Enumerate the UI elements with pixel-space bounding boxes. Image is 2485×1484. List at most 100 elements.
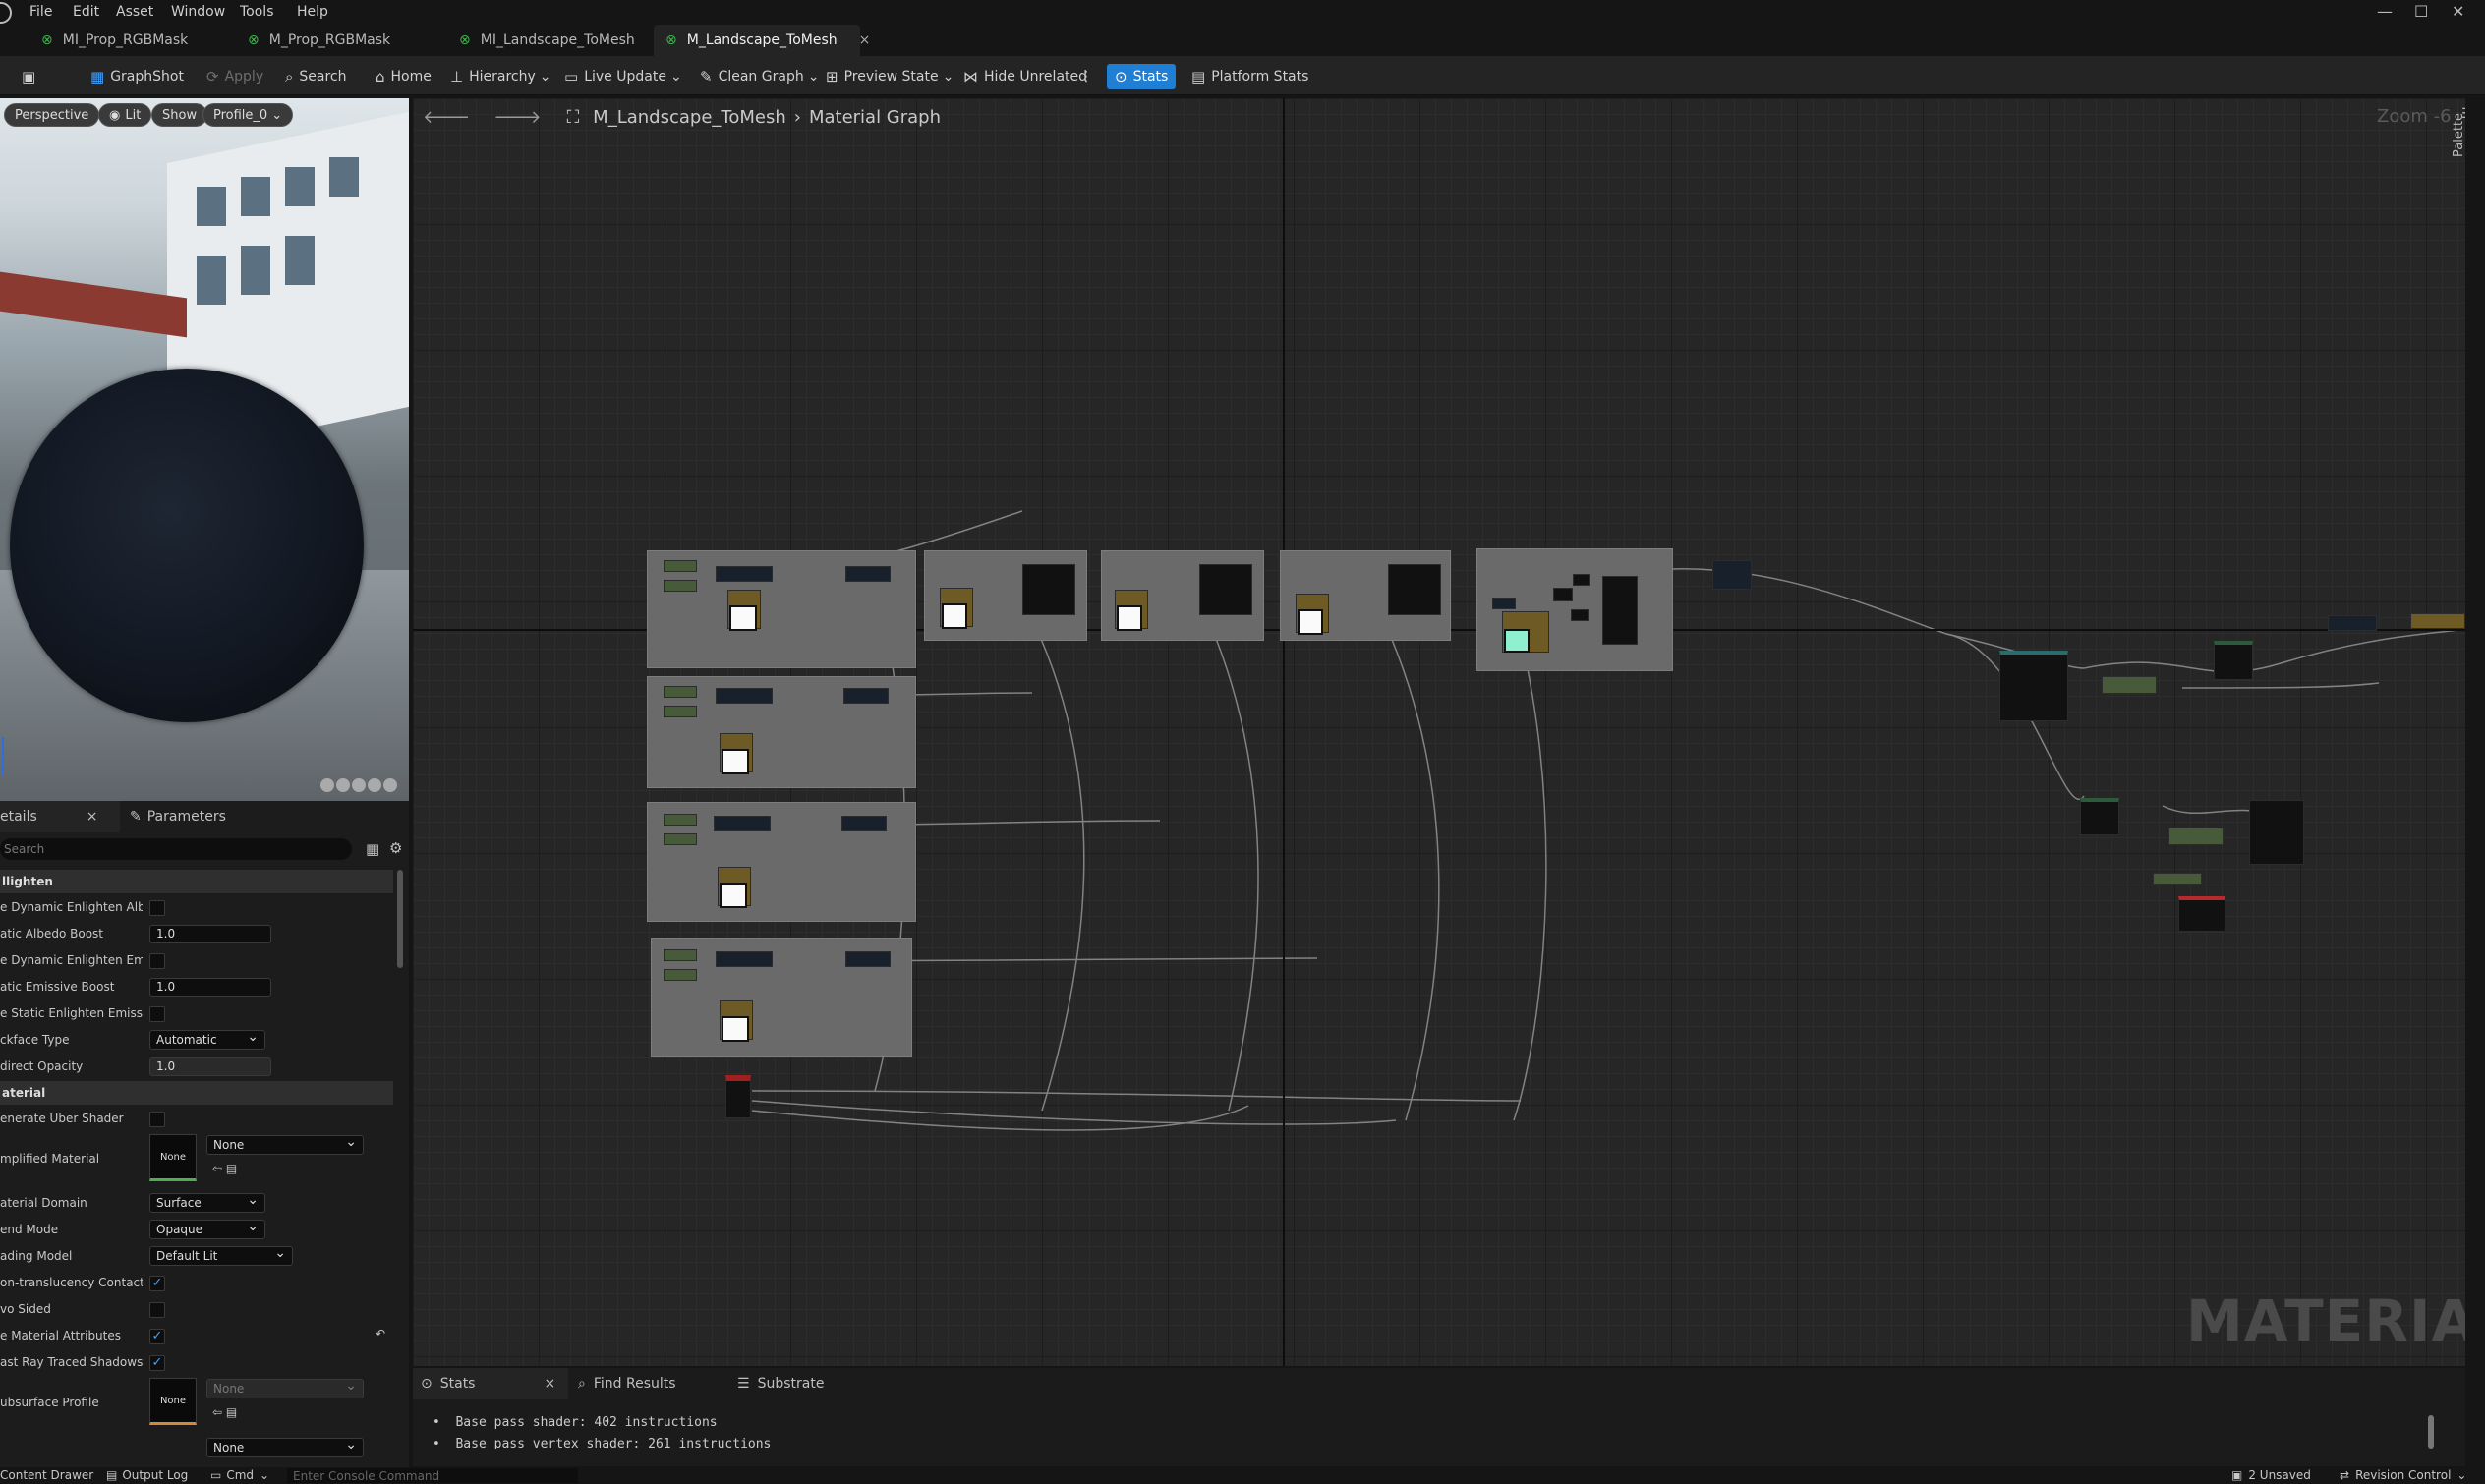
asset-picker-dropdown[interactable]: None <box>206 1436 364 1457</box>
search-button[interactable]: ⌕ Search <box>285 64 347 89</box>
tab-substrate[interactable]: ☰ Substrate <box>737 1368 824 1399</box>
browse-icon[interactable]: ⇦ ▤ <box>212 1405 237 1419</box>
close-tab-icon[interactable]: × <box>544 1376 555 1392</box>
minimize-icon[interactable]: — <box>2377 2 2393 21</box>
back-arrow-icon[interactable]: 🡐 <box>423 107 470 128</box>
reset-arrow-icon[interactable]: ↶ <box>376 1327 385 1341</box>
revision-control-button[interactable]: ⇄ Revision Control ⌄ <box>2340 1468 2466 1482</box>
close-window-icon[interactable]: ✕ <box>2452 2 2464 21</box>
asset-thumbnail[interactable]: None <box>149 1134 197 1181</box>
checkbox-checked[interactable]: ✓ <box>149 1355 165 1371</box>
section-material[interactable]: aterial <box>0 1081 393 1105</box>
number-input[interactable]: 1.0 <box>149 1057 271 1076</box>
graph-node[interactable] <box>1999 651 2068 721</box>
graph-node[interactable] <box>843 688 889 704</box>
graph-node[interactable] <box>2249 800 2304 865</box>
tab-mi-landscape-tomesh[interactable]: ⊗ MI_Landscape_ToMesh <box>447 25 654 56</box>
home-button[interactable]: ⌂ Home <box>376 64 432 89</box>
checkbox[interactable] <box>149 1112 165 1127</box>
asset-picker-dropdown[interactable]: None <box>206 1377 364 1398</box>
tab-stats[interactable]: ⊙ Stats × <box>413 1368 568 1399</box>
cmd-dropdown[interactable]: ▭ Cmd ⌄ <box>210 1468 269 1482</box>
graph-node[interactable] <box>664 833 697 845</box>
stats-button[interactable]: ⊙ Stats <box>1107 64 1177 89</box>
graphshot-button[interactable]: ▦ GraphShot <box>90 64 184 89</box>
settings-gear-icon[interactable]: ⚙ <box>389 839 402 857</box>
menu-help[interactable]: Help <box>297 4 328 20</box>
graph-node[interactable] <box>664 969 697 981</box>
console-input[interactable]: Enter Console Command <box>287 1468 578 1483</box>
graph-node[interactable] <box>716 566 773 582</box>
number-input[interactable]: 1.0 <box>149 925 271 943</box>
details-scrollbar[interactable] <box>397 870 403 968</box>
menu-file[interactable]: File <box>29 4 52 20</box>
graph-node[interactable] <box>664 949 697 961</box>
profile-button[interactable]: Profile_0 ⌄ <box>202 103 294 127</box>
graph-node[interactable] <box>2080 798 2119 835</box>
graph-node[interactable] <box>841 816 887 831</box>
graph-node[interactable] <box>1022 564 1075 615</box>
app-logo-icon[interactable] <box>0 2 12 24</box>
checkbox[interactable] <box>149 953 165 969</box>
hide-unrelated-button[interactable]: ⋈ Hide Unrelated <box>963 64 1087 89</box>
graph-node[interactable] <box>664 580 697 592</box>
graph-hierarchy-icon[interactable]: ⛶ <box>567 107 580 128</box>
perspective-button[interactable]: Perspective <box>4 103 100 127</box>
breadcrumb-graph[interactable]: Material Graph <box>809 107 941 128</box>
hierarchy-button[interactable]: ⊥ Hierarchy ⌄ <box>450 64 550 89</box>
save-icon[interactable]: ▣ <box>22 64 41 89</box>
close-tab-icon[interactable]: × <box>87 809 98 825</box>
checkbox[interactable] <box>149 900 165 916</box>
preview-state-button[interactable]: ⊞ Preview State ⌄ <box>826 64 954 89</box>
graph-node[interactable] <box>714 816 771 831</box>
tab-m-landscape-tomesh[interactable]: ⊗ M_Landscape_ToMesh × <box>654 25 870 56</box>
graph-node[interactable] <box>845 566 891 582</box>
graph-node[interactable] <box>1602 576 1638 645</box>
content-drawer-button[interactable]: Content Drawer <box>0 1468 93 1482</box>
apply-button[interactable]: ⟳ Apply <box>206 64 263 89</box>
graph-node[interactable] <box>2102 676 2157 694</box>
checkbox[interactable] <box>149 1302 165 1318</box>
graph-node[interactable] <box>1573 574 1590 586</box>
graph-node-red[interactable] <box>2178 896 2225 932</box>
graph-node[interactable] <box>2328 615 2377 631</box>
backface-type-dropdown[interactable]: Automatic <box>149 1028 265 1050</box>
number-input[interactable]: 1.0 <box>149 978 271 997</box>
graph-node[interactable] <box>716 688 773 704</box>
graph-node-red[interactable] <box>725 1075 751 1118</box>
graph-node[interactable] <box>1199 564 1252 615</box>
platform-stats-button[interactable]: ▤ Platform Stats <box>1191 64 1308 89</box>
graph-node[interactable] <box>716 951 773 967</box>
tab-find-results[interactable]: ⌕ Find Results <box>578 1368 676 1399</box>
checkbox-checked[interactable]: ✓ <box>149 1276 165 1291</box>
breadcrumb-asset[interactable]: M_Landscape_ToMesh <box>593 107 786 128</box>
menu-asset[interactable]: Asset <box>116 4 153 20</box>
close-tab-icon[interactable]: × <box>859 32 871 48</box>
tab-details[interactable]: etails × <box>0 801 120 832</box>
graph-node[interactable] <box>1492 598 1516 609</box>
more-options-icon[interactable]: ⋮ <box>1079 64 1093 89</box>
graph-node[interactable] <box>2153 873 2202 885</box>
graph-node[interactable] <box>845 951 891 967</box>
details-search-input[interactable]: Search <box>0 838 352 860</box>
lit-button[interactable]: ◉ Lit <box>98 103 152 127</box>
graph-node[interactable] <box>664 560 697 572</box>
menu-tools[interactable]: Tools <box>240 4 274 20</box>
graph-node[interactable] <box>664 814 697 826</box>
palette-tab[interactable]: Palette <box>2452 113 2465 157</box>
material-domain-dropdown[interactable]: Surface <box>149 1191 265 1213</box>
tab-m-prop-rgbmask[interactable]: ⊗ M_Prop_RGBMask <box>236 25 447 56</box>
forward-arrow-icon[interactable]: 🡒 <box>493 107 541 128</box>
live-update-button[interactable]: ▭ Live Update ⌄ <box>564 64 682 89</box>
graph-node[interactable] <box>664 706 697 717</box>
unsaved-indicator[interactable]: ▣ 2 Unsaved <box>2231 1468 2311 1482</box>
graph-node[interactable] <box>2168 828 2224 845</box>
asset-picker-dropdown[interactable]: None <box>206 1133 364 1155</box>
table-view-icon[interactable]: ▦ <box>366 840 379 858</box>
shading-model-dropdown[interactable]: Default Lit <box>149 1244 293 1266</box>
tab-parameters[interactable]: ✎ Parameters <box>130 801 226 832</box>
graph-node[interactable] <box>2410 613 2465 629</box>
stats-scrollbar[interactable] <box>2428 1415 2434 1449</box>
graph-node[interactable] <box>1553 588 1573 601</box>
blend-mode-dropdown[interactable]: Opaque <box>149 1218 265 1239</box>
